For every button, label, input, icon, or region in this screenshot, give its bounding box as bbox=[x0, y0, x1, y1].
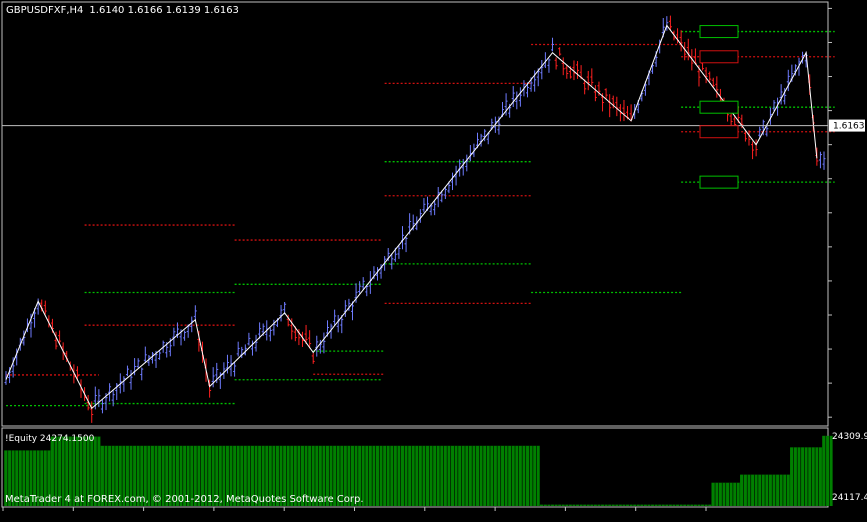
current-price-label: 1.6163 bbox=[833, 122, 865, 132]
equity-title: !Equity 24274.1500 bbox=[5, 434, 95, 444]
price-box bbox=[699, 25, 739, 39]
equity-axis-top: 24309.9 bbox=[832, 432, 867, 442]
chart-title: GBPUSDFXF,H4 1.6140 1.6166 1.6139 1.6163 bbox=[6, 5, 239, 16]
current-price-tag: 1.6163 bbox=[829, 119, 865, 132]
chart-background bbox=[0, 0, 867, 522]
price-box bbox=[699, 125, 739, 139]
copyright-text: MetaTrader 4 at FOREX.com, © 2001-2012, … bbox=[5, 494, 364, 505]
price-box bbox=[699, 50, 739, 64]
price-box bbox=[699, 175, 739, 189]
equity-axis-bottom: 24117.4 bbox=[832, 493, 867, 503]
chart-window[interactable]: GBPUSDFXF,H4 1.6140 1.6166 1.6139 1.6163 … bbox=[0, 0, 867, 522]
price-box bbox=[699, 100, 739, 114]
equity-segment bbox=[790, 447, 823, 506]
